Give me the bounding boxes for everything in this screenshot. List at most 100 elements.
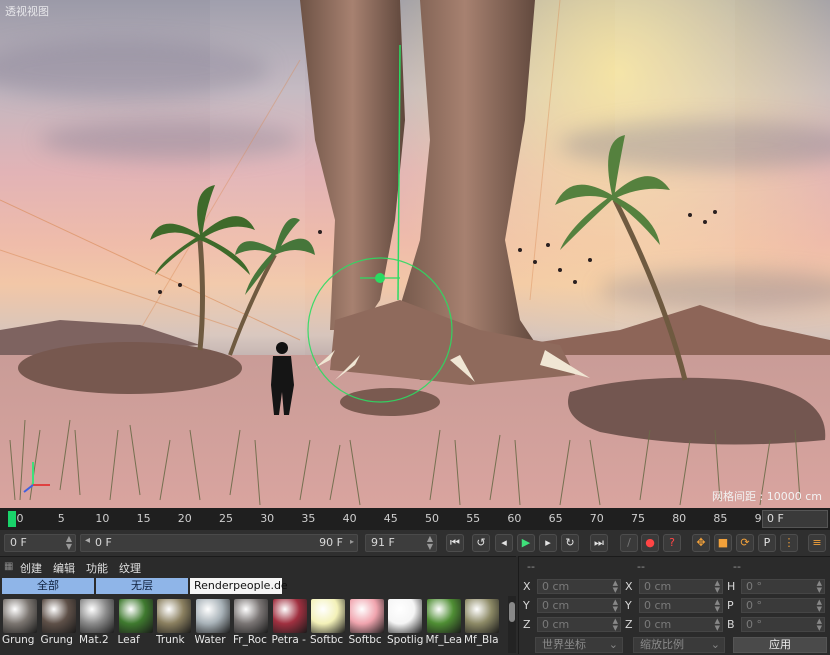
rotate-key-icon[interactable]: ⟳ bbox=[736, 534, 754, 552]
position-axis-label: X bbox=[523, 580, 531, 593]
spinner-icon[interactable]: ▲ ▼ bbox=[817, 599, 822, 613]
spinner-icon[interactable]: ▲ ▼ bbox=[66, 535, 72, 551]
prev-keyframe-button[interactable]: ↺ bbox=[472, 534, 490, 552]
scrollbar-thumb[interactable] bbox=[509, 602, 515, 622]
spinner-icon[interactable]: ▲ ▼ bbox=[613, 618, 618, 632]
material-swatch[interactable]: Petra - bbox=[272, 598, 308, 650]
timeline-window-icon[interactable]: ≡ bbox=[808, 534, 826, 552]
spinner-icon[interactable]: ▲ ▼ bbox=[613, 599, 618, 613]
position-field[interactable]: 0 cm ▲ ▼ bbox=[537, 617, 621, 632]
rotation-field[interactable]: 0 ° ▲ ▼ bbox=[741, 617, 825, 632]
material-swatch[interactable]: Mat.2 bbox=[79, 598, 115, 650]
material-swatch[interactable]: Spotlig bbox=[387, 598, 423, 650]
tab-all[interactable]: 全部 bbox=[2, 578, 94, 594]
size-field[interactable]: 0 cm ▲ ▼ bbox=[639, 598, 723, 613]
grip-icon[interactable]: ▦ bbox=[4, 561, 13, 572]
material-swatch[interactable]: Grung bbox=[41, 598, 77, 650]
timeline-ruler[interactable]: 051015202530354045505560657075808590 0 F bbox=[0, 508, 830, 530]
menu-create[interactable]: 创建 bbox=[20, 560, 42, 576]
scale-key-icon[interactable]: ■ bbox=[714, 534, 732, 552]
next-keyframe-button[interactable]: ↻ bbox=[561, 534, 579, 552]
material-swatch[interactable]: Trunk bbox=[156, 598, 192, 650]
menu-function[interactable]: 功能 bbox=[86, 560, 108, 576]
timeline-tick-label: 10 bbox=[95, 512, 110, 525]
go-to-end-button[interactable]: ⏭ bbox=[590, 534, 608, 552]
rotation-field[interactable]: 0 ° ▲ ▼ bbox=[741, 598, 825, 613]
range-end-value: 90 F bbox=[319, 536, 343, 549]
material-name: Mat.2 bbox=[79, 634, 109, 646]
position-axis-label: Z bbox=[523, 618, 531, 631]
motion-path-icon[interactable]: / bbox=[620, 534, 638, 552]
go-to-start-button[interactable]: ⏮ bbox=[446, 534, 464, 552]
max-frame-field[interactable]: 91 F ▲ ▼ bbox=[365, 534, 437, 552]
timeline-tick-label: 75 bbox=[631, 512, 645, 525]
material-swatch[interactable]: Softbc bbox=[310, 598, 346, 650]
spinner-icon[interactable]: ▲ ▼ bbox=[817, 618, 822, 632]
material-preview bbox=[118, 599, 153, 633]
timeline-tick-label: 15 bbox=[136, 512, 151, 525]
timeline-tick-label: 55 bbox=[466, 512, 481, 525]
material-name: Spotlig bbox=[387, 634, 424, 646]
menu-edit[interactable]: 编辑 bbox=[53, 560, 75, 576]
perspective-viewport[interactable]: 透视视图 网格间距 : 10000 cm bbox=[0, 0, 830, 508]
material-swatch[interactable]: Water bbox=[195, 598, 231, 650]
menu-texture[interactable]: 纹理 bbox=[119, 560, 141, 576]
record-keyframe-button[interactable]: ● bbox=[641, 534, 659, 552]
position-value: 0 cm bbox=[542, 599, 570, 612]
rotation-field[interactable]: 0 ° ▲ ▼ bbox=[741, 579, 825, 594]
prev-frame-button[interactable]: ◂ bbox=[495, 534, 513, 552]
move-key-icon[interactable]: ✥ bbox=[692, 534, 710, 552]
rotation-value: 0 ° bbox=[746, 580, 762, 593]
current-frame-field[interactable]: 0 F ▲ ▼ bbox=[4, 534, 76, 552]
material-swatch[interactable]: Mf_Lea bbox=[426, 598, 462, 650]
timeline-tick-label: 20 bbox=[177, 512, 192, 525]
apply-button[interactable]: 应用 bbox=[733, 637, 827, 653]
next-frame-button[interactable]: ▸ bbox=[539, 534, 557, 552]
material-scrollbar[interactable] bbox=[508, 596, 516, 653]
play-button[interactable]: ▶ bbox=[517, 534, 535, 552]
layer-tabs: 全部 无层 Renderpeople.de bbox=[0, 578, 516, 594]
tab-renderpeople[interactable]: Renderpeople.de bbox=[190, 578, 288, 594]
spinner-icon[interactable]: ▲ ▼ bbox=[613, 580, 618, 594]
coord-system-dropdown[interactable]: 世界坐标 ⌄ bbox=[535, 637, 623, 653]
tab-no-layer[interactable]: 无层 bbox=[96, 578, 188, 594]
size-axis-label: Z bbox=[625, 618, 633, 631]
material-name: Softbc bbox=[310, 634, 344, 646]
rotation-axis-label: P bbox=[727, 599, 734, 612]
material-swatch[interactable]: Softbc bbox=[349, 598, 385, 650]
material-preview bbox=[426, 599, 461, 633]
material-preview bbox=[41, 599, 76, 633]
param-key-icon[interactable]: P bbox=[758, 534, 776, 552]
spinner-icon[interactable]: ▲ ▼ bbox=[715, 580, 720, 594]
scale-mode-value: 缩放比例 bbox=[640, 638, 684, 651]
scale-mode-dropdown[interactable]: 缩放比例 ⌄ bbox=[633, 637, 725, 653]
frame-range-slider[interactable]: ◂ 0 F 90 F ▸ bbox=[80, 534, 358, 552]
rotation-header: -- bbox=[733, 560, 741, 573]
autokey-button[interactable]: ? bbox=[663, 534, 681, 552]
viewport-label[interactable]: 透视视图 bbox=[5, 3, 49, 19]
playhead-marker[interactable] bbox=[8, 511, 16, 527]
material-name: Petra - bbox=[271, 634, 306, 646]
timeline-tick-label: 30 bbox=[260, 512, 275, 525]
point-level-icon[interactable]: ⋮ bbox=[780, 534, 798, 552]
material-preview bbox=[234, 599, 268, 633]
size-field[interactable]: 0 cm ▲ ▼ bbox=[639, 579, 723, 594]
size-field[interactable]: 0 cm ▲ ▼ bbox=[639, 617, 723, 632]
material-swatch[interactable]: Mf_Bla bbox=[464, 598, 500, 650]
timeline-tick-label: 25 bbox=[219, 512, 233, 525]
spinner-icon[interactable]: ▲ ▼ bbox=[817, 580, 822, 594]
material-preview bbox=[157, 599, 191, 633]
timeline-tick-label: 60 bbox=[507, 512, 522, 525]
material-swatch[interactable]: Leaf bbox=[118, 598, 154, 650]
spinner-icon[interactable]: ▲ ▼ bbox=[715, 599, 720, 613]
chevron-down-icon: ⌄ bbox=[608, 638, 618, 651]
end-frame-field[interactable]: 0 F bbox=[762, 510, 828, 528]
material-swatch[interactable]: Fr_Roc bbox=[233, 598, 269, 650]
position-field[interactable]: 0 cm ▲ ▼ bbox=[537, 598, 621, 613]
spinner-icon[interactable]: ▲ ▼ bbox=[427, 535, 433, 551]
spinner-icon[interactable]: ▲ ▼ bbox=[715, 618, 720, 632]
position-field[interactable]: 0 cm ▲ ▼ bbox=[537, 579, 621, 594]
material-menu-bar: ▦ 创建 编辑 功能 纹理 bbox=[0, 557, 516, 577]
material-preview bbox=[3, 599, 37, 633]
material-swatch[interactable]: Grung bbox=[2, 598, 38, 650]
